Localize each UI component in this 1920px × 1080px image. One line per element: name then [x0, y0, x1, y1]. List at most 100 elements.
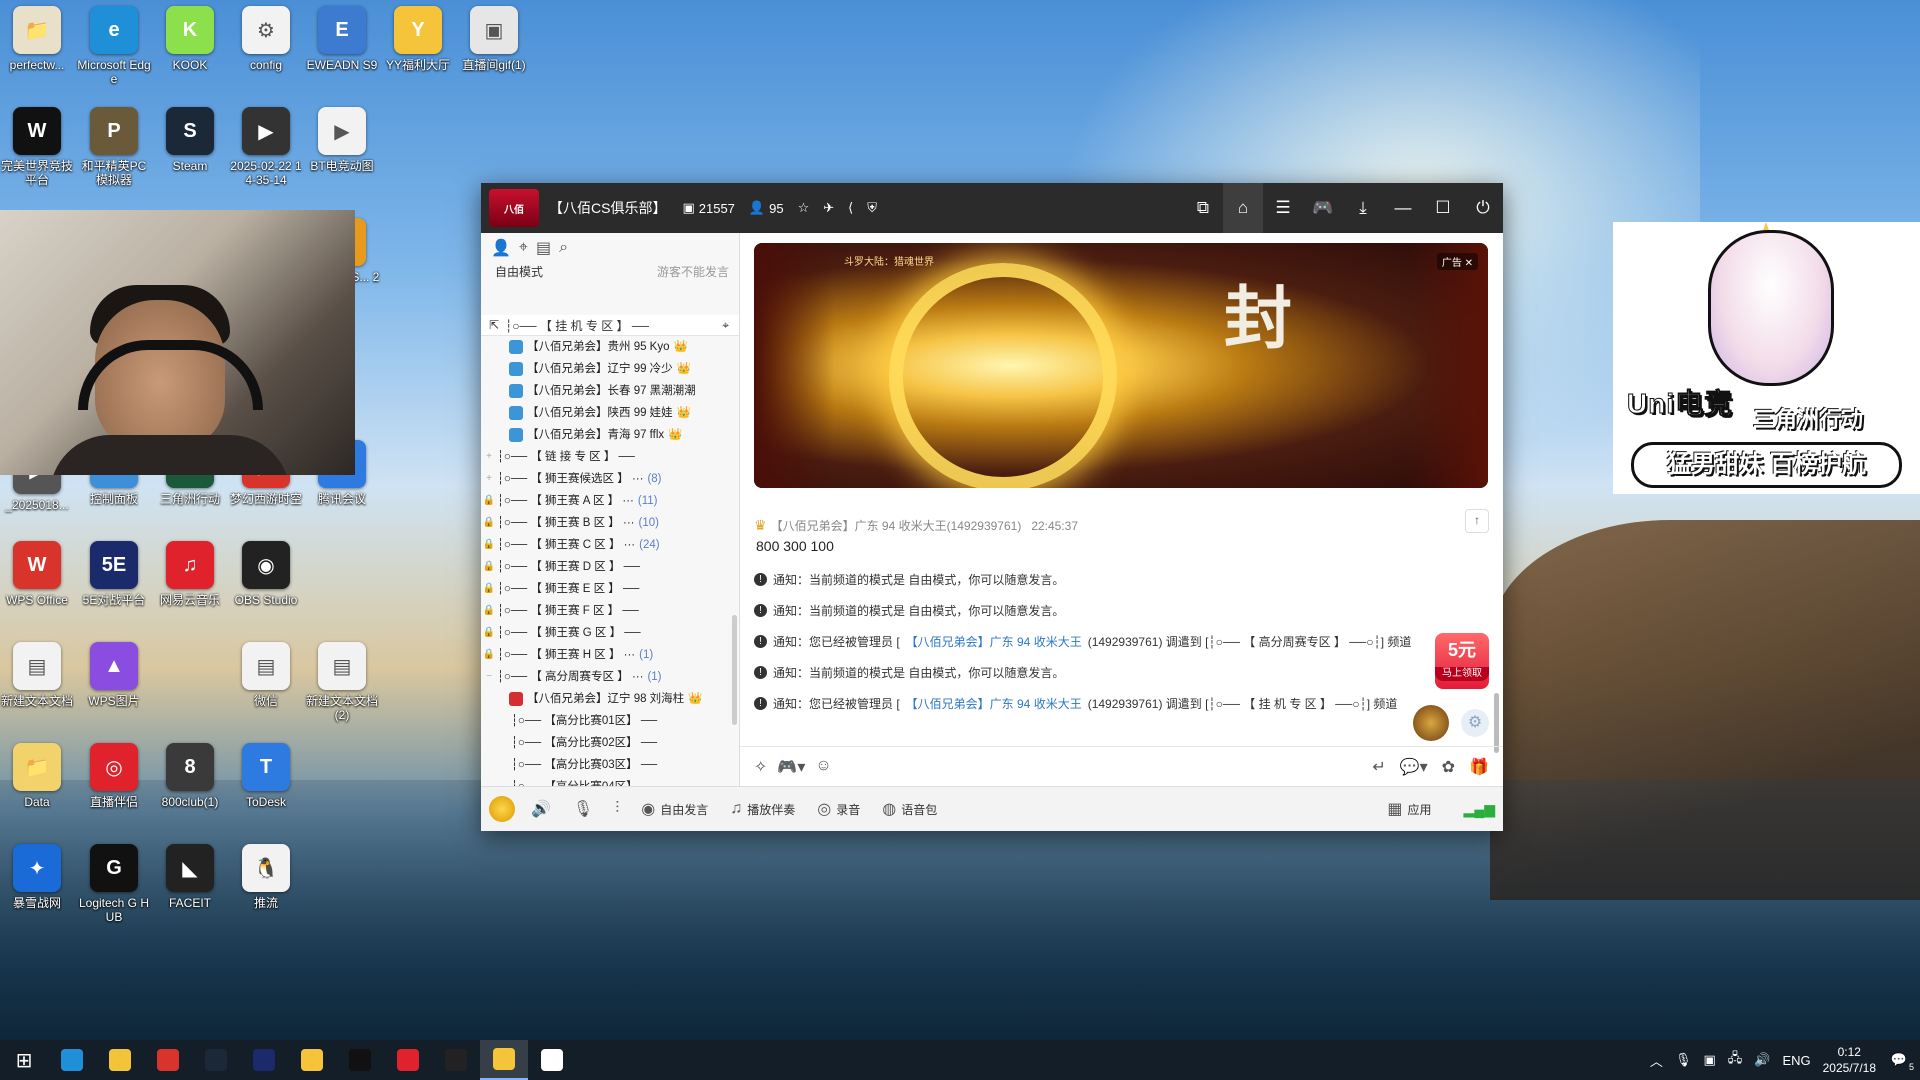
desktop-icon[interactable]: P 和平精英PC模拟器	[76, 101, 152, 187]
volume-icon[interactable]: 🔊	[1754, 1052, 1770, 1068]
notice-user-link[interactable]: 【八佰兄弟会】广东 94 收米大王	[906, 695, 1082, 712]
taskbar-app-button[interactable]	[288, 1040, 336, 1080]
channel-member[interactable]: 【八佰兄弟会】贵州 95 Kyo 👑	[481, 336, 739, 358]
clock[interactable]: 0:12 2025/7/18	[1823, 1044, 1876, 1076]
apps-button[interactable]: ▦ 应用	[1387, 799, 1431, 819]
desktop-icon[interactable]: 🐧 推流	[228, 838, 304, 910]
channel-member[interactable]: 【八佰兄弟会】陕西 99 娃娃 👑	[481, 402, 739, 424]
desktop-icon[interactable]: ▶ BT电竞动图	[304, 101, 380, 173]
channel-item[interactable]: 🔒 ┆○── 【 狮王赛 C 区 】 ··· (24)	[481, 534, 739, 556]
minimize-icon[interactable]: —	[1383, 183, 1423, 233]
channel-item[interactable]: 🔒 ┆○── 【 狮王赛 G 区 】 ──	[481, 622, 739, 644]
list-icon[interactable]: ☰	[1263, 183, 1303, 233]
channel-item[interactable]: 🔒 ┆○── 【 狮王赛 F 区 】 ──	[481, 600, 739, 622]
desktop-icon[interactable]: W 完美世界竞技平台	[0, 101, 75, 187]
channel-item[interactable]: 🔒 ┆○── 【 狮王赛 E 区 】 ──	[481, 578, 739, 600]
activity-avatar[interactable]	[1413, 705, 1449, 741]
maximize-icon[interactable]: ☐	[1423, 183, 1463, 233]
current-channel-row[interactable]: ⇱ ┆○── 【 挂 机 专 区 】 ── ⌖	[481, 315, 739, 336]
desktop-icon[interactable]: ▶ 2025-02-22 14-35-14	[228, 101, 304, 187]
desktop-icon[interactable]: 📁 Data	[0, 737, 75, 809]
desktop-icon[interactable]: ◉ OBS Studio	[228, 535, 304, 607]
desktop-icon[interactable]: 8 800club(1)	[152, 737, 228, 809]
desktop-icon[interactable]: ▲ WPS图片	[76, 636, 152, 708]
channel-item[interactable]: + ┆○── 【 链 接 专 区 】 ──	[481, 446, 739, 468]
desktop-icon[interactable]: e Microsoft Edge	[76, 0, 152, 86]
taskbar-app-button[interactable]	[48, 1040, 96, 1080]
capture-icon[interactable]: ▣	[1703, 1052, 1715, 1068]
video-icon[interactable]: ⧉	[1183, 183, 1223, 233]
shield-icon[interactable]: ⛨	[867, 200, 877, 216]
channel-item[interactable]: 🔒 ┆○── 【 狮王赛 B 区 】 ··· (10)	[481, 512, 739, 534]
ad-close-button[interactable]: 广告 ✕	[1436, 253, 1478, 270]
channel-item[interactable]: ┆○── 【高分比赛03区】 ──	[481, 754, 739, 776]
channel-item[interactable]: ┆○── 【高分比赛01区】 ──	[481, 710, 739, 732]
free-speak-button[interactable]: ◉ 自由发言	[641, 799, 708, 819]
gift-icon[interactable]: 🎁	[1469, 757, 1489, 777]
location-icon[interactable]: ⌖	[519, 239, 528, 257]
channel-member[interactable]: 【八佰兄弟会】辽宁 99 冷少 👑	[481, 358, 739, 380]
desktop-icon[interactable]: W WPS Office	[0, 535, 75, 607]
channel-item[interactable]: 🔒 ┆○── 【 狮王赛 H 区 】 ··· (1)	[481, 644, 739, 666]
desktop-icon[interactable]: ▤ 微信	[228, 636, 304, 708]
board-icon[interactable]: ▤	[536, 238, 551, 258]
ad-banner[interactable]: 斗罗大陆：猎魂世界 封 广告 ✕	[754, 243, 1488, 488]
notification-button[interactable]: 💬 5	[1888, 1052, 1914, 1072]
desktop-icon[interactable]: ▤ 新建文本文档 (2)	[304, 636, 380, 722]
desktop-icon[interactable]: K KOOK	[152, 0, 228, 72]
mic-button[interactable]: 🎙	[573, 799, 593, 819]
network-icon[interactable]: 🖧	[1728, 1049, 1743, 1071]
promo-badge[interactable]: 5元 马上领取	[1435, 633, 1489, 689]
equalizer-button[interactable]: ⫶	[615, 800, 619, 818]
channel-item[interactable]: ┆○── 【高分比赛02区】 ──	[481, 732, 739, 754]
favorite-icon[interactable]: ☆	[798, 200, 810, 216]
settings-icon[interactable]: ⚙	[1461, 709, 1489, 737]
share-icon[interactable]: ⟨	[848, 200, 853, 216]
plane-icon[interactable]: ✈	[823, 200, 834, 216]
taskbar-app-button[interactable]	[480, 1040, 528, 1080]
voice-pack-button[interactable]: ◍ 语音包	[882, 799, 937, 819]
chat-bubble-icon[interactable]: 💬▾	[1400, 757, 1428, 777]
mic-tray-icon[interactable]: 🎙	[1675, 1052, 1692, 1068]
taskbar-app-button[interactable]	[144, 1040, 192, 1080]
mascot-icon[interactable]	[489, 796, 515, 822]
taskbar-app-button[interactable]	[528, 1040, 576, 1080]
channel-item[interactable]: + ┆○── 【 狮王赛候选区 】 ··· (8)	[481, 468, 739, 490]
desktop-icon[interactable]: ◣ FACEIT	[152, 838, 228, 910]
notice-user-link[interactable]: 【八佰兄弟会】广东 94 收米大王	[906, 633, 1082, 650]
message-sender[interactable]: 【八佰兄弟会】广东 94 收米大王(1492939761)	[771, 517, 1022, 534]
taskbar-app-button[interactable]	[240, 1040, 288, 1080]
channel-logo[interactable]: 八佰	[489, 189, 539, 227]
speaker-button[interactable]: 🔊	[531, 799, 551, 819]
taskbar-app-button[interactable]	[192, 1040, 240, 1080]
taskbar-app-button[interactable]	[96, 1040, 144, 1080]
start-button[interactable]: ⊞	[0, 1040, 48, 1080]
channel-member[interactable]: 【八佰兄弟会】青海 97 fflx 👑	[481, 424, 739, 446]
desktop-icon[interactable]: Y YY福利大厅	[380, 0, 456, 72]
home-icon[interactable]: ⌂	[1223, 183, 1263, 233]
channel-member[interactable]: 【八佰兄弟会】辽宁 98 刘海柱 👑	[481, 688, 739, 710]
gamepad-icon[interactable]: 🎮	[1303, 183, 1343, 233]
taskbar-app-button[interactable]	[432, 1040, 480, 1080]
channel-item[interactable]: 🔒 ┆○── 【 狮王赛 A 区 】 ··· (11)	[481, 490, 739, 512]
desktop-icon[interactable]: ◎ 直播伴侣	[76, 737, 152, 809]
exit-icon[interactable]: ⇱	[489, 318, 499, 332]
download-icon[interactable]: ⤓	[1343, 183, 1383, 233]
chat-scrollbar[interactable]	[1494, 693, 1499, 753]
desktop-icon[interactable]: T ToDesk	[228, 737, 304, 809]
desktop-icon[interactable]: ⚙ config	[228, 0, 304, 72]
taskbar-app-button[interactable]	[336, 1040, 384, 1080]
user-icon[interactable]: 👤	[491, 238, 511, 258]
language-indicator[interactable]: ENG	[1782, 1053, 1810, 1068]
effect-icon[interactable]: ✧	[754, 757, 767, 777]
desktop-icon[interactable]: ▣ 直播间gif(1)	[456, 0, 532, 72]
taskbar-app-button[interactable]	[384, 1040, 432, 1080]
power-icon[interactable]: ⏻	[1463, 183, 1503, 233]
emoji-icon[interactable]: ☺	[815, 757, 831, 777]
channel-item[interactable]: − ┆○── 【 高分周赛专区 】 ··· (1)	[481, 666, 739, 688]
desktop-icon[interactable]: S Steam	[152, 101, 228, 173]
expand-icon[interactable]: +	[481, 468, 497, 490]
tree-scrollbar[interactable]	[732, 615, 737, 725]
desktop-icon[interactable]: ♫ 网易云音乐	[152, 535, 228, 607]
game-icon[interactable]: 🎮▾	[777, 757, 805, 777]
